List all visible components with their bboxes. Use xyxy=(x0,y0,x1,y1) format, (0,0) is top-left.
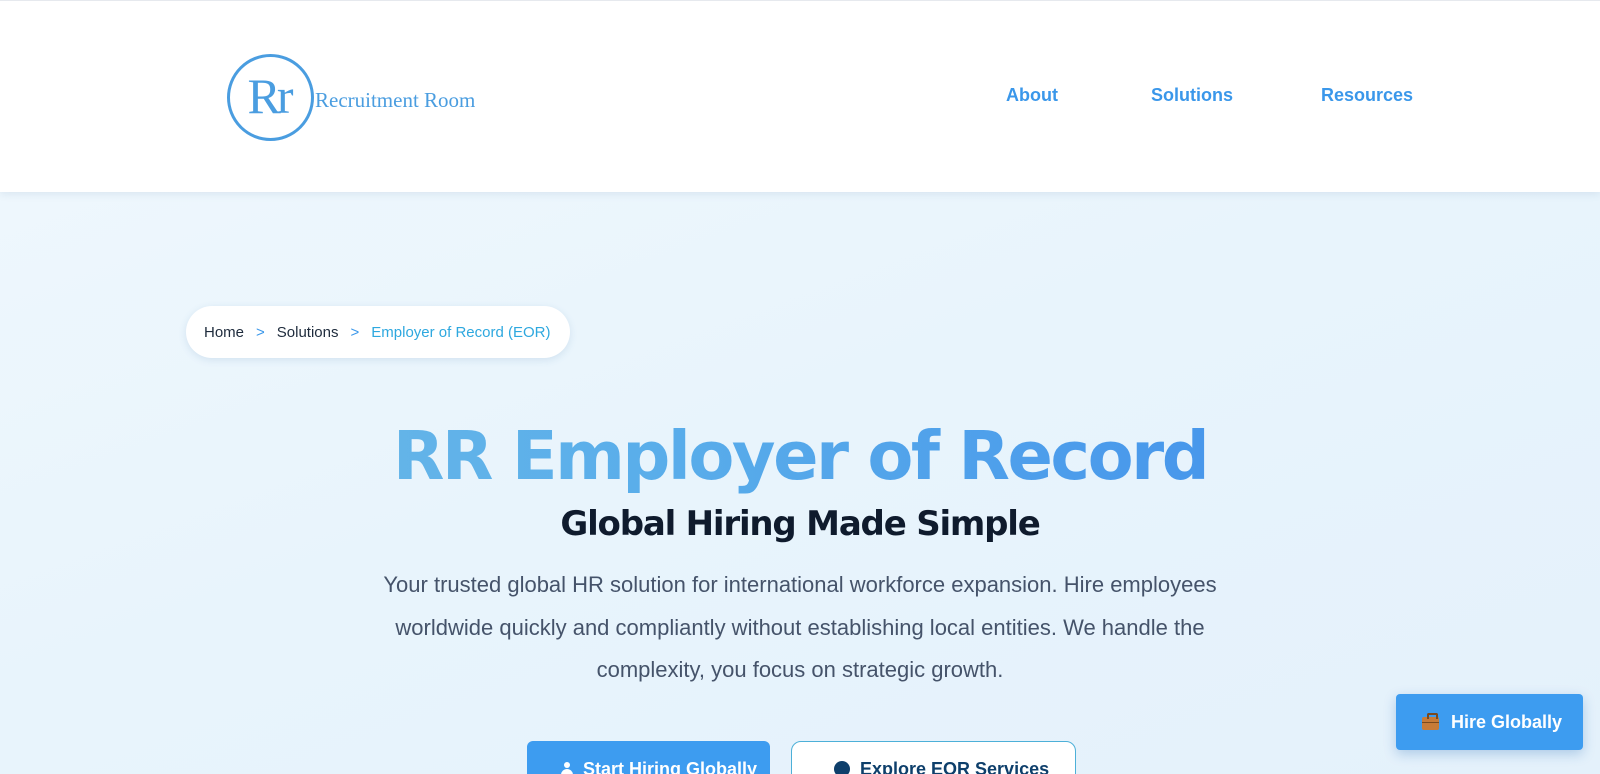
hero-description: Your trusted global HR solution for inte… xyxy=(383,572,1217,682)
explore-eor-button[interactable]: Explore EOR Services xyxy=(791,741,1076,774)
page: Rr Recruitment Room About Solutions Reso… xyxy=(0,0,1600,774)
breadcrumb-home[interactable]: Home xyxy=(204,324,244,341)
breadcrumb-solutions[interactable]: Solutions xyxy=(277,324,339,341)
nav-about[interactable]: About xyxy=(1006,85,1058,106)
person-icon xyxy=(561,762,573,774)
start-hiring-button[interactable]: Start Hiring Globally xyxy=(527,741,770,774)
page-title: RR Employer of Record xyxy=(0,414,1600,498)
breadcrumb-current: Employer of Record (EOR) xyxy=(371,323,551,341)
hero-section: Home > Solutions > Employer of Record (E… xyxy=(0,192,1600,774)
start-hiring-label: Start Hiring Globally xyxy=(583,758,758,774)
site-header: Rr Recruitment Room About Solutions Reso… xyxy=(0,0,1600,192)
hire-globally-label: Hire Globally xyxy=(1451,711,1563,732)
explore-eor-label: Explore EOR Services xyxy=(860,758,1050,774)
nav-solutions[interactable]: Solutions xyxy=(1151,85,1233,106)
breadcrumb-separator: > xyxy=(256,323,265,341)
briefcase-icon xyxy=(1422,713,1439,730)
hire-globally-button[interactable]: Hire Globally xyxy=(1396,694,1583,750)
breadcrumb-separator: > xyxy=(350,323,360,341)
page-subtitle: Global Hiring Made Simple xyxy=(560,504,1040,544)
nav-resources[interactable]: Resources xyxy=(1321,85,1413,106)
info-icon xyxy=(834,761,850,774)
main-nav: About Solutions Resources xyxy=(0,85,1600,115)
breadcrumb: Home > Solutions > Employer of Record (E… xyxy=(186,306,570,358)
